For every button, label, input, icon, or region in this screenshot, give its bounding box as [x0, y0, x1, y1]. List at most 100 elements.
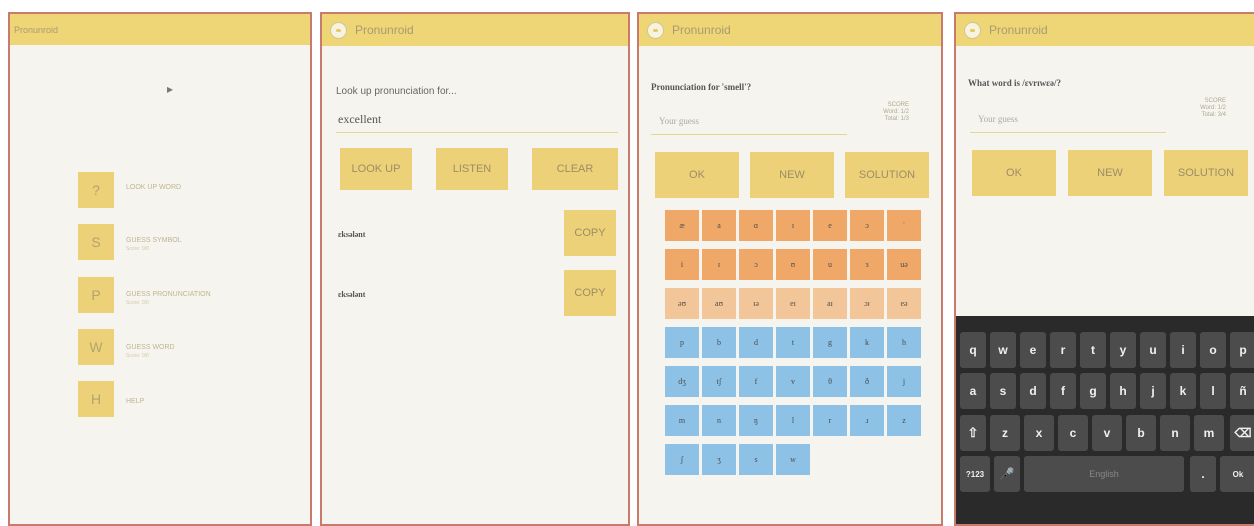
keyboard-key[interactable]: j	[1140, 373, 1166, 409]
ipa-key[interactable]: i	[665, 249, 699, 280]
keyboard-key[interactable]: p	[1230, 332, 1254, 368]
ipa-key[interactable]: ɔ	[850, 210, 884, 241]
ipa-key[interactable]: ɪə	[739, 288, 773, 319]
backspace-key[interactable]: ⌫	[1230, 415, 1254, 451]
ipa-key[interactable]: j	[887, 366, 921, 397]
ipa-key[interactable]: ɪ	[776, 210, 810, 241]
keyboard-key[interactable]: z	[990, 415, 1020, 451]
keyboard-key[interactable]: l	[1200, 373, 1226, 409]
ipa-key[interactable]: ɜ	[850, 249, 884, 280]
ok-button[interactable]: OK	[972, 150, 1056, 196]
shift-key[interactable]: ⇧	[960, 415, 986, 451]
ipa-key[interactable]: v	[776, 366, 810, 397]
ok-button[interactable]: OK	[655, 152, 739, 198]
menu-guess-symbol-label[interactable]: GUESS SYMBOL	[126, 237, 182, 244]
ipa-key[interactable]: æ	[665, 210, 699, 241]
menu-guess-word-button[interactable]: W	[78, 329, 114, 365]
ipa-key[interactable]: b	[702, 327, 736, 358]
ipa-key[interactable]: ɪ	[702, 249, 736, 280]
guess-symbol-input[interactable]: Your guess	[651, 106, 847, 135]
solution-button[interactable]: SOLUTION	[1164, 150, 1248, 196]
ipa-key[interactable]: ˈ	[887, 210, 921, 241]
listen-button[interactable]: LISTEN	[436, 148, 508, 190]
keyboard-key[interactable]: b	[1126, 415, 1156, 451]
keyboard-key[interactable]: e	[1020, 332, 1046, 368]
keyboard-key[interactable]: k	[1170, 373, 1196, 409]
copy-button-1[interactable]: COPY	[564, 210, 616, 256]
ipa-key[interactable]: s	[739, 444, 773, 475]
space-key[interactable]: English	[1024, 456, 1184, 492]
ipa-key[interactable]: z	[887, 405, 921, 436]
ipa-key[interactable]: eə	[887, 288, 921, 319]
keyboard-key[interactable]: s	[990, 373, 1016, 409]
keyboard-key[interactable]: w	[990, 332, 1016, 368]
look-up-button[interactable]: LOOK UP	[340, 148, 412, 190]
ipa-key[interactable]: n	[702, 405, 736, 436]
enter-key[interactable]: Ok	[1220, 456, 1254, 492]
ipa-key[interactable]: aɪ	[813, 288, 847, 319]
ipa-key[interactable]: t	[776, 327, 810, 358]
ipa-key[interactable]: ɔ	[739, 249, 773, 280]
menu-guess-pronunciation-button[interactable]: P	[78, 277, 114, 313]
keyboard-key[interactable]: y	[1110, 332, 1136, 368]
keyboard-key[interactable]: m	[1194, 415, 1224, 451]
ipa-key[interactable]: d	[739, 327, 773, 358]
ipa-key[interactable]: l	[776, 405, 810, 436]
ipa-key[interactable]: g	[813, 327, 847, 358]
ipa-key[interactable]: f	[739, 366, 773, 397]
keyboard-key[interactable]: h	[1110, 373, 1136, 409]
keyboard-key[interactable]: r	[1050, 332, 1076, 368]
ipa-key[interactable]: a	[702, 210, 736, 241]
keyboard-key[interactable]: q	[960, 332, 986, 368]
ipa-key[interactable]: eɪ	[776, 288, 810, 319]
keyboard-key[interactable]: o	[1200, 332, 1226, 368]
menu-guess-symbol-button[interactable]: S	[78, 224, 114, 260]
menu-lookup-button[interactable]: ?	[78, 172, 114, 208]
keyboard-key[interactable]: i	[1170, 332, 1196, 368]
ipa-key[interactable]: ð	[850, 366, 884, 397]
menu-help-button[interactable]: H	[78, 381, 114, 417]
period-key[interactable]: .	[1190, 456, 1216, 492]
keyboard-key[interactable]: a	[960, 373, 986, 409]
ipa-key[interactable]: k	[850, 327, 884, 358]
keyboard-key[interactable]: n	[1160, 415, 1190, 451]
ipa-key[interactable]: p	[665, 327, 699, 358]
keyboard-key[interactable]: d	[1020, 373, 1046, 409]
ipa-key[interactable]: θ	[813, 366, 847, 397]
ipa-key[interactable]: tʃ	[702, 366, 736, 397]
keyboard-key[interactable]: u	[1140, 332, 1166, 368]
clear-button[interactable]: CLEAR	[532, 148, 618, 190]
ipa-key[interactable]: e	[813, 210, 847, 241]
ipa-key[interactable]: dʒ	[665, 366, 699, 397]
keyboard-key[interactable]: ñ	[1230, 373, 1254, 409]
ipa-key[interactable]: ʃ	[665, 444, 699, 475]
ipa-key[interactable]: h	[887, 327, 921, 358]
symbols-key[interactable]: ?123	[960, 456, 990, 492]
ipa-key[interactable]: ʒ	[702, 444, 736, 475]
keyboard-key[interactable]: c	[1058, 415, 1088, 451]
ipa-key[interactable]: ɹ	[850, 405, 884, 436]
ipa-key[interactable]: ɔɪ	[850, 288, 884, 319]
ipa-key[interactable]: uə	[887, 249, 921, 280]
keyboard-key[interactable]: f	[1050, 373, 1076, 409]
menu-guess-word-label[interactable]: GUESS WORD	[126, 344, 175, 351]
menu-lookup-label[interactable]: LOOK UP WORD	[126, 184, 181, 191]
keyboard-key[interactable]: g	[1080, 373, 1106, 409]
keyboard-key[interactable]: t	[1080, 332, 1106, 368]
solution-button[interactable]: SOLUTION	[845, 152, 929, 198]
copy-button-2[interactable]: COPY	[564, 270, 616, 316]
ipa-key[interactable]: ɑ	[739, 210, 773, 241]
guess-word-input[interactable]: Your guess	[970, 104, 1166, 133]
new-button[interactable]: NEW	[1068, 150, 1152, 196]
menu-guess-pronunciation-label[interactable]: GUESS PRONUNCIATION	[126, 291, 211, 298]
ipa-key[interactable]: r	[813, 405, 847, 436]
ipa-key[interactable]: u	[813, 249, 847, 280]
microphone-icon[interactable]: 🎤	[994, 456, 1020, 492]
new-button[interactable]: NEW	[750, 152, 834, 198]
ipa-key[interactable]: ŋ	[739, 405, 773, 436]
keyboard-key[interactable]: v	[1092, 415, 1122, 451]
ipa-key[interactable]: w	[776, 444, 810, 475]
ipa-key[interactable]: m	[665, 405, 699, 436]
ipa-key[interactable]: əʊ	[665, 288, 699, 319]
ipa-key[interactable]: aʊ	[702, 288, 736, 319]
